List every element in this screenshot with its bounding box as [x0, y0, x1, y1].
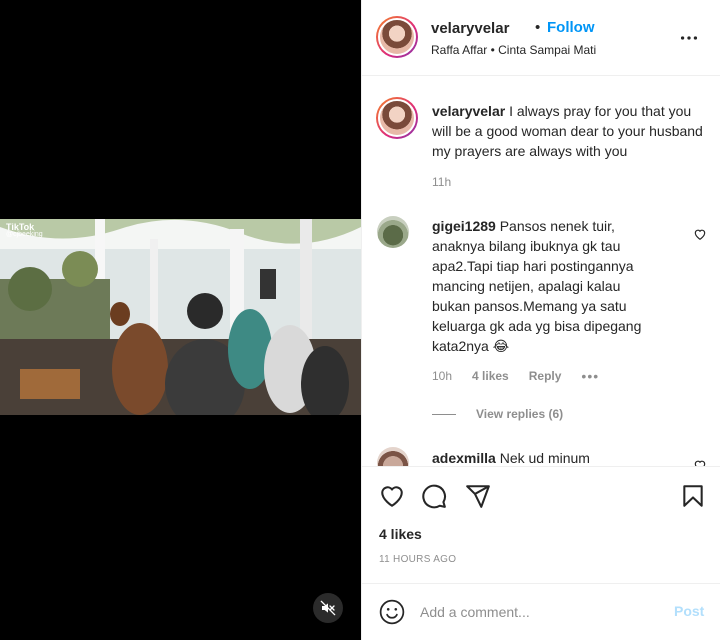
comment-username[interactable]: gigei1289	[432, 218, 496, 234]
caption-username[interactable]: velaryvelar	[432, 103, 505, 119]
reply-button[interactable]: Reply	[529, 369, 562, 383]
share-paper-plane-icon[interactable]	[465, 483, 491, 509]
video-frame-illustration	[0, 219, 361, 415]
comment-meta: 10h 4 likes Reply •••	[432, 368, 599, 384]
caption-avatar[interactable]	[376, 97, 418, 139]
comment-like-heart-icon[interactable]	[693, 458, 707, 466]
post-modal: TikTok @cjbeeking velaryvelar • Follow R…	[0, 0, 720, 640]
comment-item: adexmilla Nek ud minum	[376, 447, 706, 466]
post-details-panel: velaryvelar • Follow Raffa Affar • Cinta…	[361, 0, 720, 640]
author-avatar[interactable]	[376, 16, 418, 58]
comment-text-block: gigei1289 Pansos nenek tuir, anaknya bil…	[432, 216, 652, 356]
view-replies-button[interactable]: View replies (6)	[432, 407, 563, 421]
save-bookmark-icon[interactable]	[680, 483, 706, 509]
add-comment-bar: Post	[362, 583, 720, 640]
comment-bubble-icon[interactable]	[421, 483, 447, 509]
post-actions: 4 likes 11 HOURS AGO	[362, 466, 720, 583]
comment-username[interactable]: adexmilla	[432, 450, 496, 466]
view-replies-label[interactable]: View replies (6)	[476, 407, 563, 421]
tiktok-watermark-logo: TikTok	[6, 222, 35, 232]
post-timestamp[interactable]: 11 HOURS AGO	[379, 554, 456, 565]
post-subtitle[interactable]: Raffa Affar • Cinta Sampai Mati	[431, 43, 596, 57]
caption-time[interactable]: 11h	[432, 175, 451, 189]
more-options-icon[interactable]	[678, 27, 700, 49]
comment-more-icon[interactable]: •••	[581, 368, 599, 384]
comment-text-block: adexmilla Nek ud minum	[432, 448, 652, 466]
like-heart-icon[interactable]	[379, 483, 405, 509]
replies-divider	[432, 413, 456, 415]
likes-count[interactable]: 4 likes	[379, 526, 422, 542]
comments-list[interactable]: velaryvelar I always pray for you that y…	[362, 77, 720, 466]
caption-text-block: velaryvelar I always pray for you that y…	[432, 101, 708, 161]
post-comment-button[interactable]: Post	[674, 603, 704, 619]
caption: velaryvelar I always pray for you that y…	[376, 97, 706, 197]
comment-like-heart-icon[interactable]	[693, 227, 707, 241]
media-pane: TikTok @cjbeeking	[0, 0, 361, 640]
comment-text: Nek ud minum	[499, 450, 590, 466]
comment-text: Pansos nenek tuir, anaknya bilang ibukny…	[432, 218, 642, 354]
comment-likes[interactable]: 4 likes	[472, 369, 509, 383]
comment-time[interactable]: 10h	[432, 369, 452, 383]
commenter-avatar[interactable]	[377, 216, 409, 248]
follow-button[interactable]: Follow	[547, 19, 595, 36]
video-player[interactable]: TikTok @cjbeeking	[0, 219, 361, 415]
tiktok-watermark: TikTok @cjbeeking	[6, 223, 43, 239]
comment-item: gigei1289 Pansos nenek tuir, anaknya bil…	[376, 216, 706, 421]
tiktok-watermark-handle: @cjbeeking	[6, 231, 43, 238]
commenter-avatar[interactable]	[377, 447, 409, 466]
mute-button[interactable]	[313, 593, 343, 623]
post-header: velaryvelar • Follow Raffa Affar • Cinta…	[362, 0, 720, 76]
comment-input[interactable]	[420, 602, 650, 622]
separator-dot: •	[535, 19, 541, 36]
caption-meta: 11h	[432, 175, 451, 189]
emoji-icon[interactable]	[379, 599, 405, 625]
speaker-muted-icon	[320, 600, 336, 616]
author-username[interactable]: velaryvelar	[431, 20, 509, 37]
